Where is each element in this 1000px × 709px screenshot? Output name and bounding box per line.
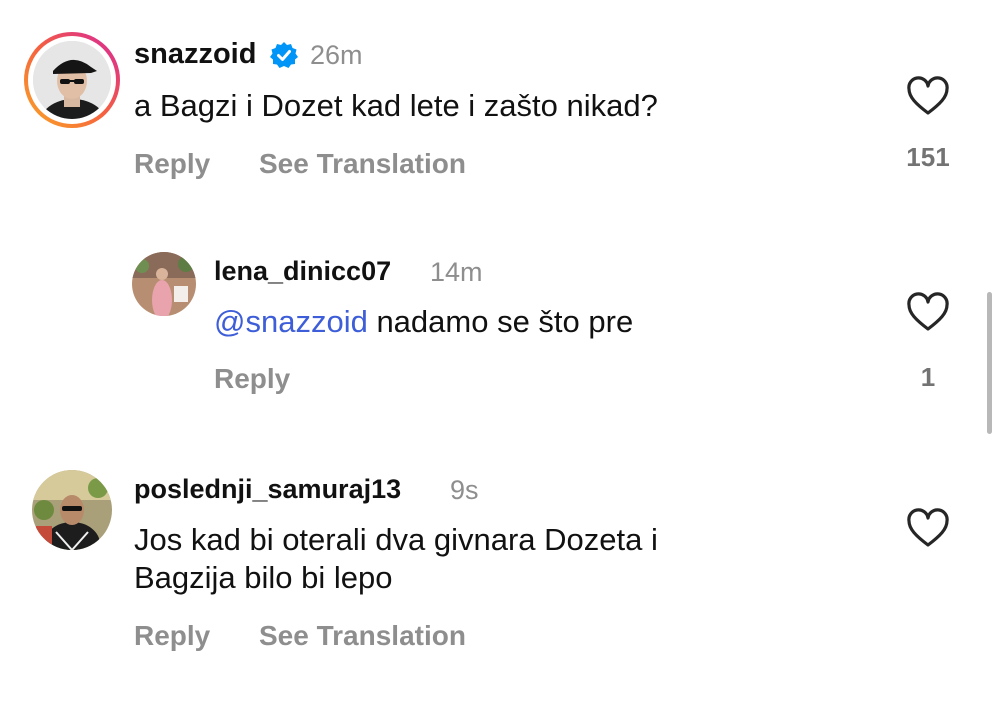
timestamp: 14m bbox=[430, 257, 483, 287]
username[interactable]: poslednji_samuraj13 bbox=[134, 474, 401, 505]
avatar[interactable] bbox=[132, 252, 196, 316]
comment-text-line-2: Bagzija bilo bi lepo bbox=[134, 560, 393, 595]
like-count: 151 bbox=[906, 142, 950, 172]
timestamp: 26m bbox=[310, 40, 363, 70]
avatar[interactable] bbox=[32, 470, 112, 550]
reply-lena-dinicc07: lena_dinicc07 14m @snazzoid nadamo se št… bbox=[0, 230, 1000, 410]
story-ring[interactable] bbox=[24, 32, 120, 128]
comment-text: @snazzoid nadamo se što pre bbox=[214, 300, 633, 344]
comment-text: a Bagzi i Dozet kad lete i zašto nikad? bbox=[134, 88, 658, 123]
timestamp: 9s bbox=[450, 475, 479, 505]
comment-poslednji-samuraj13: poslednji_samuraj13 9s Jos kad bi oteral… bbox=[0, 460, 1000, 680]
heart-outline-icon[interactable] bbox=[906, 292, 950, 332]
avatar[interactable] bbox=[33, 41, 111, 119]
like-count: 1 bbox=[920, 362, 936, 392]
username[interactable]: lena_dinicc07 bbox=[214, 256, 391, 287]
heart-outline-icon[interactable] bbox=[906, 76, 950, 116]
verified-badge-icon bbox=[270, 41, 298, 69]
reply-button[interactable]: Reply bbox=[214, 363, 290, 395]
reply-button[interactable]: Reply bbox=[134, 148, 210, 180]
username[interactable]: snazzoid bbox=[134, 38, 256, 71]
reply-button[interactable]: Reply bbox=[134, 620, 210, 652]
comment-snazzoid: snazzoid 26m a Bagzi i Dozet kad lete i … bbox=[0, 0, 1000, 200]
see-translation-button[interactable]: See Translation bbox=[259, 620, 466, 652]
heart-outline-icon[interactable] bbox=[906, 508, 950, 548]
scrollbar[interactable] bbox=[987, 292, 992, 434]
see-translation-button[interactable]: See Translation bbox=[259, 148, 466, 180]
mention-link[interactable]: @snazzoid bbox=[214, 304, 368, 339]
comment-body: nadamo se što pre bbox=[367, 304, 634, 339]
